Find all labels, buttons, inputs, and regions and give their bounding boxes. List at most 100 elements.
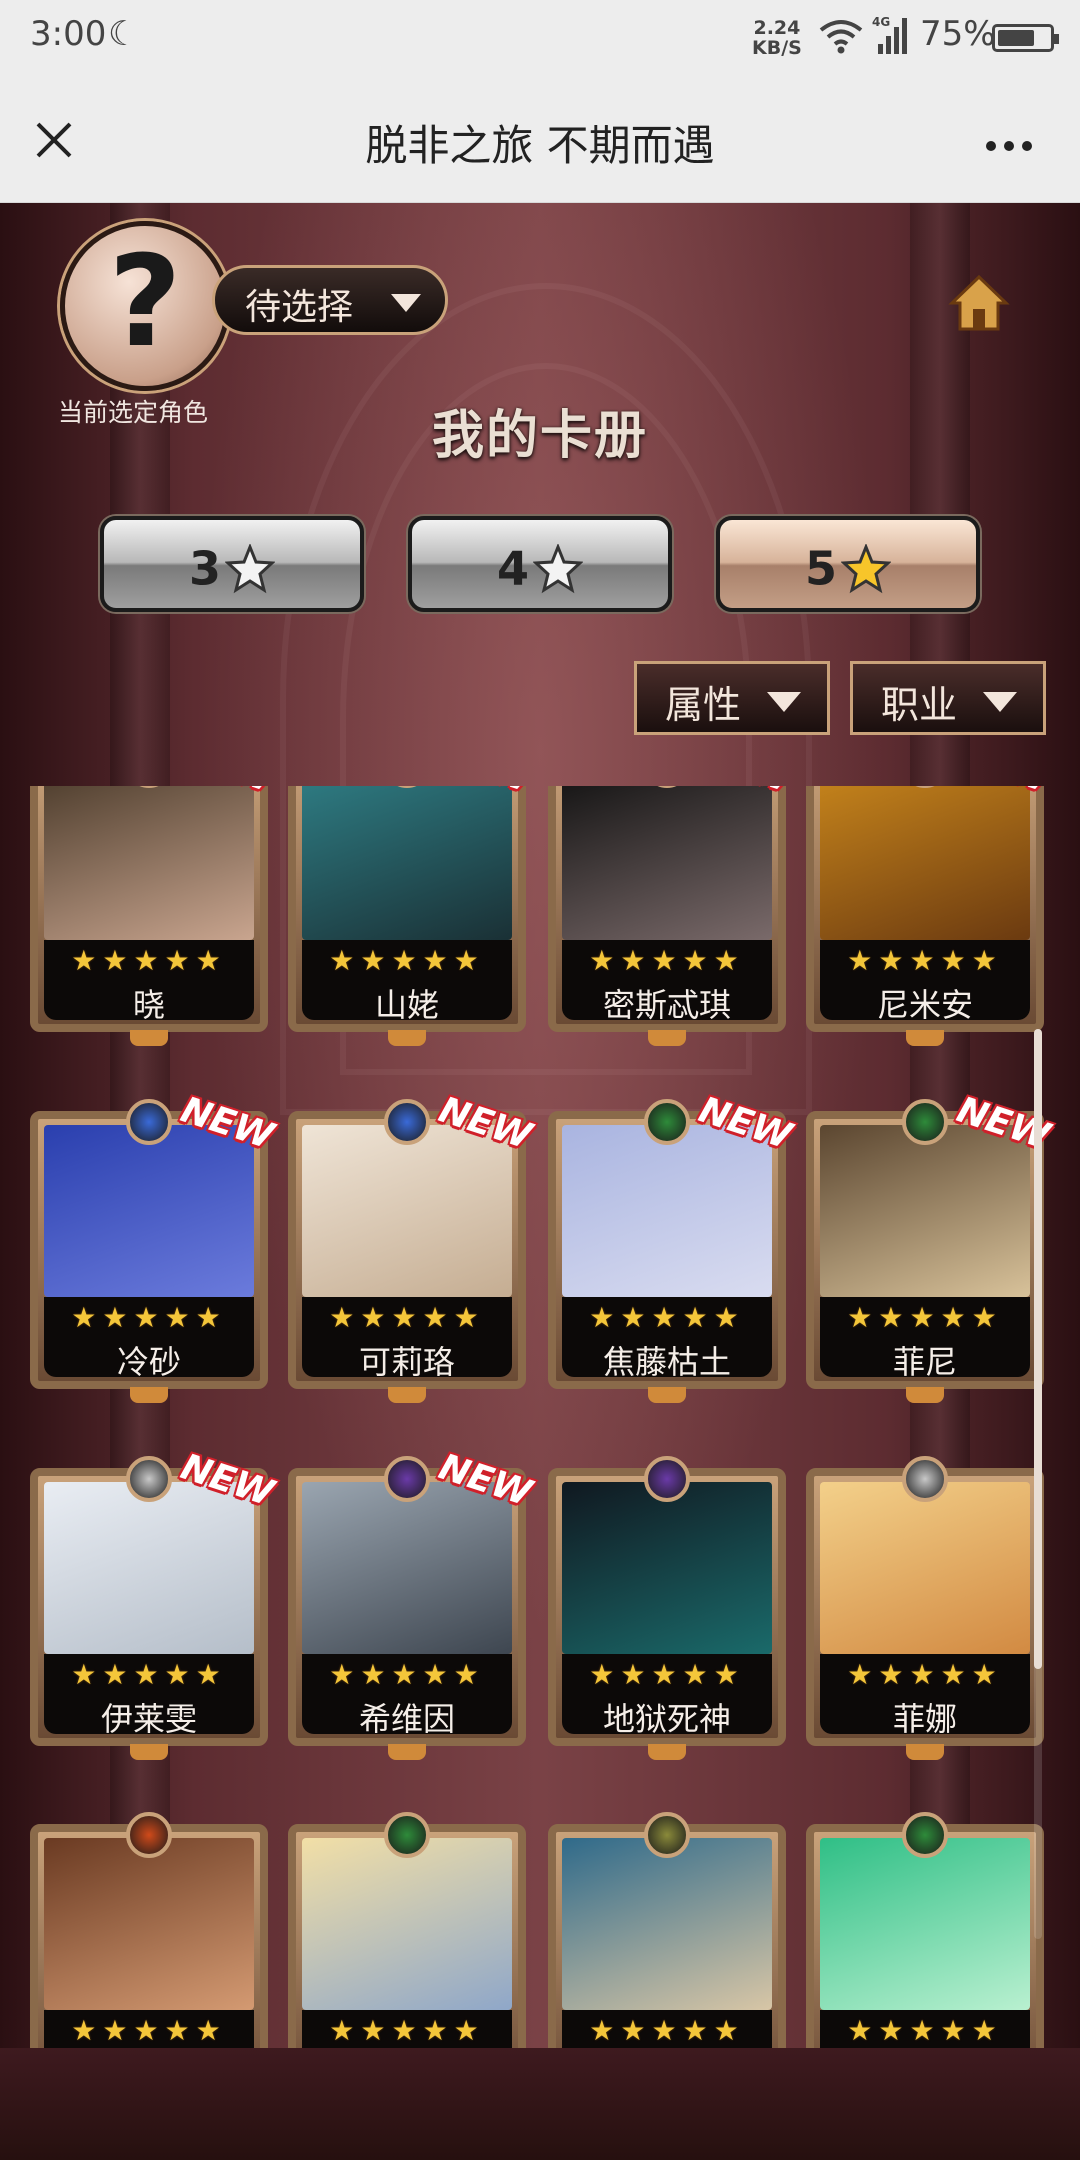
character-card[interactable]: ★★★★★密斯忒琪NEW (548, 786, 796, 1046)
chevron-down-icon (391, 294, 421, 312)
attribute-filter-label: 属性 (665, 683, 742, 727)
card-tab-decoration (648, 1030, 686, 1046)
character-card[interactable]: ★★★★★ 焦藤枯土 NEW (548, 1089, 796, 1403)
scrollbar-thumb[interactable] (1034, 1029, 1042, 1669)
chevron-down-icon (983, 692, 1017, 712)
battery-percent: 75% (920, 14, 996, 54)
home-icon[interactable] (948, 273, 1010, 335)
character-card[interactable]: ★★★★★ (806, 1812, 1044, 2048)
attribute-emblem-icon (644, 1812, 690, 1858)
character-portrait (820, 1482, 1030, 1654)
character-portrait (820, 1125, 1030, 1297)
card-nameplate: ★★★★★ 希维因 (302, 1654, 512, 1738)
card-tab-decoration (388, 1030, 426, 1046)
card-nameplate: ★★★★★ 伊莱雯 (44, 1654, 254, 1738)
rarity-stars: ★★★★★ (847, 1658, 1003, 1691)
character-card[interactable]: ★★★★★ 可莉珞 NEW (288, 1089, 536, 1403)
character-card[interactable]: ★★★★★尼米安NEW (806, 786, 1054, 1046)
card-nameplate: ★★★★★ 密斯忒琪 (562, 940, 772, 1024)
character-card[interactable]: ★★★★★ 菲尼 NEW (806, 1089, 1054, 1403)
character-card[interactable]: ★★★★★ (548, 1812, 786, 2048)
card-nameplate: ★★★★★ 冷砂 (44, 1297, 254, 1381)
character-card[interactable]: ★★★★★ 冷砂 NEW (30, 1089, 278, 1403)
star-outline-icon (225, 543, 275, 593)
character-portrait (44, 786, 254, 940)
card-nameplate: ★★★★★ (820, 2010, 1030, 2048)
scrollbar[interactable] (1034, 1029, 1042, 1939)
character-card[interactable]: ★★★★★ 希维因 NEW (288, 1446, 536, 1760)
character-card[interactable]: ★★★★★晓NEW (30, 786, 278, 1046)
chevron-down-icon (767, 692, 801, 712)
character-card[interactable]: ★★★★★ 地狱死神 (548, 1456, 786, 1760)
character-portrait (44, 1838, 254, 2010)
tab-4-star[interactable]: 4 (408, 516, 672, 612)
attribute-emblem-icon (902, 1456, 948, 1502)
card-nameplate: ★★★★★ 山姥 (302, 940, 512, 1024)
character-card[interactable]: ★★★★★ 伊莱雯 NEW (30, 1446, 278, 1760)
rarity-stars: ★★★★★ (329, 1658, 485, 1691)
character-portrait (302, 1838, 512, 2010)
character-name: 菲尼 (892, 1343, 957, 1381)
character-name: 密斯忒琪 (602, 986, 731, 1024)
attribute-emblem-icon (126, 1099, 172, 1145)
tab-3-star[interactable]: 3 (100, 516, 364, 612)
tab-5-star[interactable]: 5 (716, 516, 980, 612)
network-speed: 2.24 KB/S (752, 18, 802, 58)
card-nameplate: ★★★★★ 焦藤枯土 (562, 1297, 772, 1381)
card-grid: ★★★★★晓NEW★★★★★山姥NEW★★★★★密斯忒琪NEW★★★★★尼米安N… (0, 786, 1080, 2048)
card-tab-decoration (648, 1744, 686, 1760)
character-portrait (562, 786, 772, 940)
rarity-stars: ★★★★★ (329, 1301, 485, 1334)
card-tab-decoration (388, 1387, 426, 1403)
attribute-emblem-icon (384, 1456, 430, 1502)
card-tab-decoration (906, 1744, 944, 1760)
card-album-screen: ? 待选择 当前选定角色 我的卡册 3 4 5 属性 职业 ★★★★★晓NEW★… (0, 203, 1080, 2160)
card-nameplate: ★★★★★ 地狱死神 (562, 1654, 772, 1738)
rarity-stars: ★★★★★ (847, 944, 1003, 977)
card-tab-decoration (130, 1387, 168, 1403)
attribute-emblem-icon (902, 1099, 948, 1145)
attribute-emblem-icon (384, 1099, 430, 1145)
more-dots-icon[interactable] (986, 136, 1040, 151)
character-portrait (820, 786, 1030, 940)
character-name: 晓 (132, 986, 165, 1024)
character-name: 山姥 (374, 986, 439, 1024)
card-tab-decoration (906, 1030, 944, 1046)
character-portrait (562, 1482, 772, 1654)
character-portrait (562, 1125, 772, 1297)
attribute-filter-dropdown[interactable]: 属性 (634, 661, 830, 735)
network-speed-value: 2.24 (753, 17, 801, 39)
character-portrait (302, 786, 512, 940)
rarity-stars: ★★★★★ (329, 2014, 485, 2047)
rarity-stars: ★★★★★ (589, 944, 745, 977)
cell-signal-icon: 4G (872, 15, 907, 54)
character-card[interactable]: ★★★★★ 菲娜 (806, 1456, 1044, 1760)
battery-fill (998, 30, 1034, 46)
character-card[interactable]: ★★★★★山姥NEW (288, 786, 536, 1046)
role-select-dropdown[interactable]: 待选择 (212, 265, 448, 335)
character-name: 希维因 (358, 1700, 455, 1738)
role-select-label: 待选择 (245, 287, 354, 328)
rarity-stars: ★★★★★ (847, 1301, 1003, 1334)
attribute-emblem-icon (384, 1812, 430, 1858)
card-tab-decoration (648, 1387, 686, 1403)
character-card[interactable]: ★★★★★ (288, 1812, 526, 2048)
current-role-avatar[interactable]: ? (60, 221, 230, 391)
character-name: 冷砂 (116, 1343, 181, 1381)
character-name: 菲娜 (892, 1700, 957, 1738)
character-card[interactable]: ★★★★★ (30, 1812, 268, 2048)
attribute-emblem-icon (644, 1099, 690, 1145)
character-portrait (44, 1125, 254, 1297)
card-nameplate: ★★★★★ 晓 (44, 940, 254, 1024)
rarity-stars: ★★★★★ (71, 944, 227, 977)
status-bar: 3:00 ☾ 2.24 KB/S 4G 75% (0, 0, 1080, 78)
status-time: 3:00 (30, 14, 107, 54)
class-filter-dropdown[interactable]: 职业 (850, 661, 1046, 735)
character-name: 焦藤枯土 (602, 1343, 731, 1381)
question-mark-icon: ? (108, 228, 182, 375)
network-type: 4G (872, 15, 890, 29)
battery-icon (992, 24, 1059, 52)
star-outline-icon (533, 543, 583, 593)
character-name: 伊莱雯 (100, 1700, 197, 1738)
rarity-stars: ★★★★★ (589, 1658, 745, 1691)
